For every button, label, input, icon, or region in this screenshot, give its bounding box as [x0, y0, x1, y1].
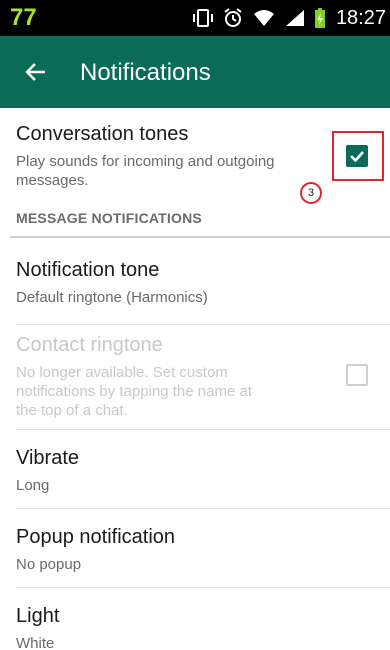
setting-notification-tone[interactable]: Notification tone Default ringtone (Harm… [0, 238, 390, 324]
setting-title: Contact ringtone [16, 334, 163, 356]
vibrate-icon [192, 9, 213, 27]
setting-title: Conversation tones [16, 123, 189, 145]
back-button[interactable] [20, 56, 52, 88]
signal-icon [285, 10, 304, 26]
setting-subtitle: the top of a chat. [16, 402, 128, 419]
setting-contact-ringtone: Contact ringtone No longer available. Se… [0, 325, 390, 429]
annotation-highlight-box [332, 131, 384, 181]
setting-subtitle: White [16, 635, 55, 650]
status-icons: 18:27 [192, 0, 386, 36]
category-header: MESSAGE NOTIFICATIONS [16, 210, 202, 226]
setting-popup-notification[interactable]: Popup notification No popup [0, 509, 390, 587]
contact-ringtone-checkbox [346, 364, 368, 386]
setting-title: Notification tone [16, 259, 160, 281]
setting-subtitle: Long [16, 477, 50, 494]
status-time: 18:27 [335, 6, 386, 29]
battery-charging-icon [314, 8, 325, 28]
annotation-number: 3 [300, 182, 322, 204]
alarm-icon [224, 8, 242, 27]
setting-title: Light [16, 605, 60, 627]
page-title: Notifications [80, 59, 211, 86]
setting-subtitle: Play sounds for incoming and outgoing [16, 153, 275, 170]
setting-vibrate[interactable]: Vibrate Long [0, 430, 390, 508]
setting-subtitle: Default ringtone (Harmonics) [16, 289, 208, 306]
wifi-icon [253, 10, 274, 26]
setting-title: Vibrate [16, 447, 80, 469]
arrow-back-icon [25, 63, 45, 81]
setting-subtitle: No popup [16, 556, 82, 573]
setting-title: Popup notification [16, 526, 176, 548]
status-badge: 77 [10, 4, 37, 31]
setting-subtitle: notifications by tapping the name at [16, 383, 252, 400]
setting-subtitle: messages. [16, 172, 89, 189]
app-bar: Notifications [0, 36, 390, 108]
setting-light[interactable]: Light White [0, 588, 390, 650]
setting-subtitle: No longer available. Set custom [16, 364, 228, 381]
status-bar: 77 18:27 [0, 0, 390, 36]
